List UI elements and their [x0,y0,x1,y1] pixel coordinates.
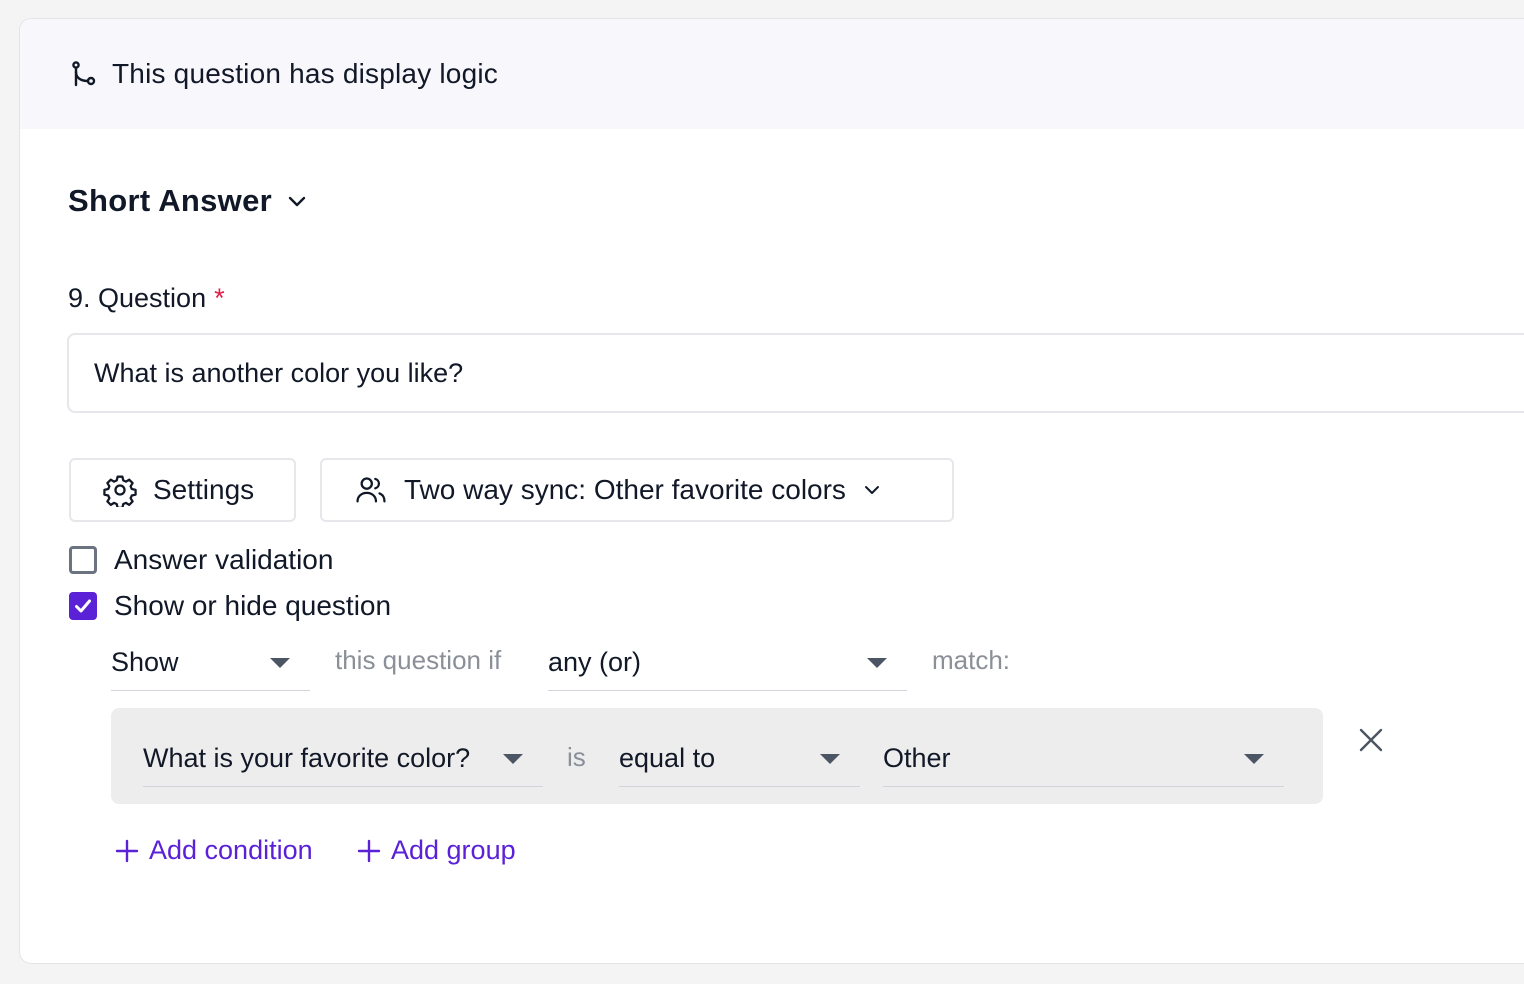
condition-operator-prefix: is [567,742,586,772]
display-logic-banner: This question has display logic [20,19,1524,129]
add-condition-label: Add condition [149,835,313,865]
answer-validation-checkbox[interactable] [69,546,97,574]
caret-down-icon [867,657,887,668]
show-hide-checkbox[interactable] [69,592,97,620]
caret-down-icon [270,657,290,668]
add-condition-button[interactable]: Add condition [115,835,313,866]
checkmark-icon [75,599,91,613]
answer-validation-label: Answer validation [114,544,334,575]
question-card: This question has display logic Short An… [19,18,1524,964]
caret-down-icon [503,753,523,764]
settings-button[interactable]: Settings [69,458,296,522]
plus-icon [357,839,381,862]
logic-action-select[interactable]: Show [111,635,310,691]
question-type-label: Short Answer [68,183,272,218]
caret-down-icon [820,753,840,764]
condition-operator-select[interactable]: equal to [619,731,860,787]
add-group-label: Add group [391,835,516,865]
chevron-down-icon [288,196,306,207]
two-way-sync-dropdown[interactable]: Two way sync: Other favorite colors [320,458,954,522]
remove-condition-icon[interactable] [1357,726,1385,754]
question-text-input[interactable] [67,333,1524,413]
match-mode-select[interactable]: any (or) [548,635,907,691]
question-number-label: 9. Question [68,283,207,313]
show-hide-option: Show or hide question [69,590,391,622]
add-group-button[interactable]: Add group [357,835,516,866]
question-label: 9. Question * [68,283,225,314]
settings-label: Settings [153,474,255,505]
condition-value: Other [883,743,951,773]
logic-connector-text: this question if [335,645,502,675]
chevron-down-icon [864,486,879,494]
gear-icon [103,475,137,507]
show-hide-label: Show or hide question [114,590,392,621]
required-marker: * [214,283,225,313]
condition-question-select[interactable]: What is your favorite color? [143,731,543,787]
caret-down-icon [1244,753,1264,764]
banner-text: This question has display logic [112,58,498,89]
users-icon [356,477,386,503]
match-mode-value: any (or) [548,647,642,677]
answer-validation-option: Answer validation [69,544,333,576]
condition-operator-value: equal to [619,743,716,773]
match-suffix-text: match: [932,645,1011,675]
logic-action-value: Show [111,647,179,677]
branch-icon [72,61,96,87]
plus-icon [115,839,139,862]
condition-value-select[interactable]: Other [883,731,1284,787]
question-type-selector[interactable]: Short Answer [68,183,310,219]
condition-question-value: What is your favorite color? [143,743,471,773]
sync-label: Two way sync: Other favorite colors [404,474,846,505]
